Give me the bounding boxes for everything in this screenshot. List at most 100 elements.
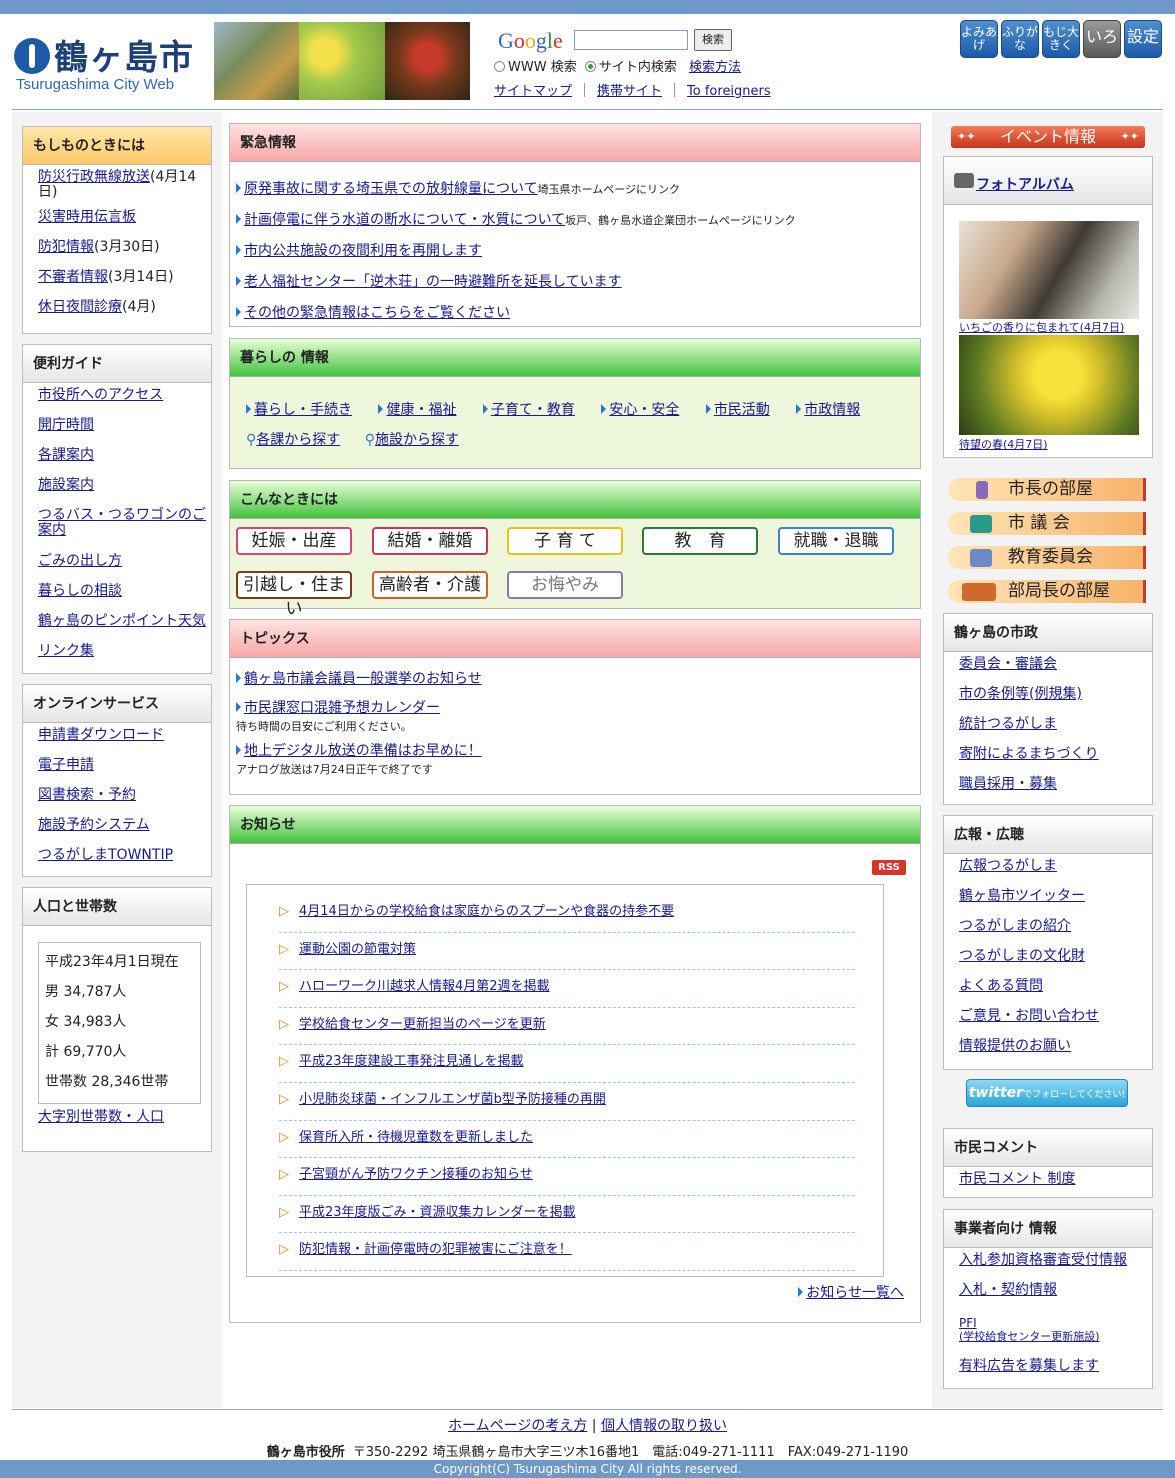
album-photo-strawberry[interactable] (959, 221, 1139, 319)
sidebar-link[interactable]: 防災行政無線放送 (38, 169, 150, 185)
news-link[interactable]: ハローワーク川越求人情報4月第2週を掲載 (299, 979, 550, 994)
living-link[interactable]: 健康・福祉 (378, 402, 456, 418)
search-by-facility-link[interactable]: 施設から探す (375, 432, 459, 448)
news-link[interactable]: 平成23年度建設工事発注見通しを掲載 (299, 1054, 524, 1069)
twitter-follow-button[interactable]: twitterでフォローしてください! (966, 1079, 1128, 1107)
sitemap-link[interactable]: サイトマップ (494, 84, 572, 99)
news-link[interactable]: 平成23年度版ごみ・資源収集カレンダーを掲載 (299, 1205, 576, 1220)
marriage-button[interactable]: 結婚・離婚 (372, 527, 488, 555)
urgent-link[interactable]: その他の緊急情報はこちらをご覧ください (236, 305, 510, 321)
search-help-link[interactable]: 検索方法 (689, 60, 741, 75)
sidebar-link[interactable]: 市の条例等(例規集) (959, 686, 1082, 702)
sidebar-link[interactable]: つるバス・つるワゴンのご案内 (38, 507, 206, 538)
sidebar-link[interactable]: 開庁時間 (38, 417, 94, 433)
sidebar-link[interactable]: 防犯情報 (38, 239, 94, 255)
search-input[interactable] (574, 30, 688, 50)
mayor-room-button[interactable]: 市長の部屋 (948, 478, 1146, 501)
elderly-care-button[interactable]: 高齢者・介護 (372, 571, 488, 599)
sidebar-link[interactable]: 入札参加資格審査受付情報 (959, 1252, 1127, 1268)
www-radio[interactable] (494, 61, 505, 72)
sidebar-link[interactable]: 申請書ダウンロード (38, 727, 164, 743)
pfi-link[interactable]: PFI (959, 1316, 1152, 1330)
board-of-education-button[interactable]: 教育委員会 (948, 546, 1146, 569)
urgent-link[interactable]: 市内公共施設の夜間利用を再開します (236, 243, 482, 259)
education-button[interactable]: 教 育 (642, 527, 758, 555)
album-photo-rapeseed[interactable] (959, 335, 1139, 435)
topic-link[interactable]: 市民課窓口混雑予想カレンダー (236, 700, 440, 716)
news-link[interactable]: 保育所入所・待機児童数を更新しました (299, 1130, 533, 1145)
sidebar-link[interactable]: 統計つるがしま (959, 716, 1057, 732)
furigana-button[interactable]: ふりがな (1001, 20, 1039, 58)
condolence-button[interactable]: お悔やみ (507, 571, 623, 599)
topic-link[interactable]: 鶴ヶ島市議会議員一般選挙のお知らせ (236, 671, 482, 687)
sidebar-link[interactable]: 情報提供のお願い (959, 1038, 1071, 1054)
text-size-button[interactable]: もじ大きく (1042, 20, 1080, 58)
sidebar-link[interactable]: 暮らしの相談 (38, 583, 122, 599)
living-link[interactable]: 市政情報 (796, 402, 860, 418)
sidebar-link[interactable]: 図書検索・予約 (38, 787, 136, 803)
search-by-department-link[interactable]: 各課から探す (256, 432, 340, 448)
news-link[interactable]: 防犯情報・計画停電時の犯罪被害にご注意を！ (299, 1242, 572, 1257)
news-link[interactable]: 子宮頸がん予防ワクチン接種のお知らせ (299, 1167, 533, 1182)
sidebar-link[interactable]: ご意見・お問い合わせ (959, 1008, 1099, 1024)
website-policy-link[interactable]: ホームページの考え方 (448, 1418, 587, 1434)
sidebar-link[interactable]: つるがしまの紹介 (959, 918, 1071, 934)
color-button[interactable]: いろ (1083, 20, 1121, 58)
sidebar-link[interactable]: 鶴ヶ島市ツイッター (959, 888, 1085, 904)
urgent-link[interactable]: 老人福祉センター「逆木荘」の一時避難所を延長しています (236, 274, 622, 290)
urgent-link[interactable]: 原発事故に関する埼玉県での放射線量について (236, 181, 538, 197)
rss-icon[interactable]: RSS (872, 860, 906, 875)
event-banner[interactable]: ✦✦ イベント情報 ✦✦ (951, 126, 1145, 148)
living-link[interactable]: 子育て・教育 (483, 402, 575, 418)
read-aloud-button[interactable]: よみあげ (960, 20, 998, 58)
sidebar-link[interactable]: 不審者情報 (38, 269, 108, 285)
mobile-site-link[interactable]: 携帯サイト (597, 84, 662, 99)
sidebar-link[interactable]: よくある質問 (959, 978, 1043, 994)
news-more-link[interactable]: お知らせ一覧へ (798, 1285, 904, 1301)
album-link[interactable]: フォトアルバム (976, 177, 1074, 193)
sidebar-link[interactable]: つるがしまの文化財 (959, 948, 1085, 964)
sidebar-link[interactable]: 災害時用伝言板 (38, 209, 136, 225)
foreigners-link[interactable]: To foreigners (687, 84, 771, 99)
sidebar-link[interactable]: 各課案内 (38, 447, 94, 463)
news-link[interactable]: 運動公園の節電対策 (299, 942, 416, 957)
sidebar-link[interactable]: 入札・契約情報 (959, 1282, 1057, 1298)
news-link[interactable]: 小児肺炎球菌・インフルエンザ菌b型予防接種の再開 (299, 1092, 606, 1107)
settings-button[interactable]: 設定 (1124, 20, 1162, 58)
sidebar-link[interactable]: 電子申請 (38, 757, 94, 773)
pregnancy-button[interactable]: 妊娠・出産 (236, 527, 352, 555)
sidebar-link[interactable]: 寄附によるまちづくり (959, 746, 1099, 762)
site-radio[interactable] (584, 61, 596, 72)
sidebar-link[interactable]: 広報つるがしま (959, 858, 1057, 874)
living-link[interactable]: 暮らし・手続き (246, 402, 352, 418)
news-link[interactable]: 学校給食センター更新担当のページを更新 (299, 1017, 546, 1032)
sidebar-link[interactable]: リンク集 (38, 643, 94, 659)
directors-room-button[interactable]: 部局長の部屋 (948, 580, 1146, 603)
album-caption[interactable]: いちごの香りに包まれて(4月7日) (959, 319, 1124, 335)
sidebar-link[interactable]: 職員採用・募集 (959, 776, 1057, 792)
sidebar-link[interactable]: つるがしまTOWNTIP (38, 847, 173, 863)
sidebar-link[interactable]: 鶴ヶ島のピンポイント天気 (38, 613, 206, 629)
sidebar-link[interactable]: 有料広告を募集します (959, 1358, 1099, 1374)
sidebar-link[interactable]: 施設予約システム (38, 817, 150, 833)
sidebar-link[interactable]: 委員会・審議会 (959, 656, 1057, 672)
urgent-link[interactable]: 計画停電に伴う水道の断水について・水質について (236, 212, 565, 228)
search-button[interactable]: 検索 (694, 29, 732, 51)
topic-link[interactable]: 地上デジタル放送の準備はお早めに！ (236, 743, 482, 759)
news-link[interactable]: 4月14日からの学校給食は家庭からのスプーンや食器の持参不要 (299, 904, 674, 919)
sidebar-link[interactable]: 施設案内 (38, 477, 94, 493)
site-logo[interactable]: 鶴ヶ島市 Tsurugashima City Web (12, 24, 207, 94)
sidebar-link[interactable]: 市民コメント 制度 (959, 1171, 1075, 1187)
sidebar-link[interactable]: ごみの出し方 (38, 553, 122, 569)
employment-button[interactable]: 就職・退職 (778, 527, 894, 555)
pfi-sub-link[interactable]: (学校給食センター更新施設) (959, 1330, 1152, 1344)
album-caption[interactable]: 待望の春(4月7日) (959, 436, 1048, 452)
privacy-policy-link[interactable]: 個人情報の取り扱い (601, 1418, 727, 1434)
city-council-button[interactable]: 市 議 会 (948, 512, 1146, 535)
sidebar-link[interactable]: 市役所へのアクセス (38, 387, 163, 403)
sidebar-link[interactable]: 休日夜間診療 (38, 299, 122, 315)
living-link[interactable]: 安心・安全 (601, 402, 679, 418)
population-detail-link[interactable]: 大字別世帯数・人口 (38, 1109, 164, 1125)
living-link[interactable]: 市民活動 (706, 402, 770, 418)
childcare-button[interactable]: 子 育 て (507, 527, 623, 555)
